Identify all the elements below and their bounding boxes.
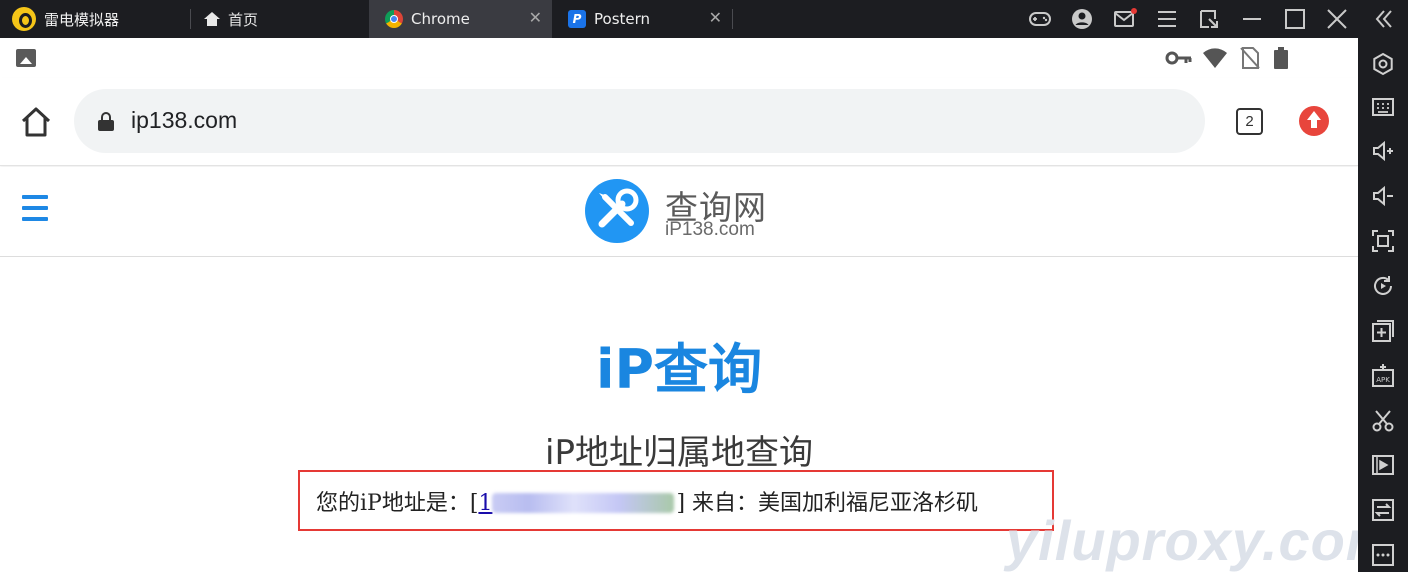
record-video-icon[interactable] [1371,453,1395,477]
home-icon [204,12,220,26]
emulator-app-name: 雷电模拟器 [44,11,120,29]
user-avatar-icon[interactable] [1070,7,1094,31]
tab-chrome-label: Chrome [411,10,470,28]
close-icon[interactable] [1325,7,1349,31]
fullscreen-icon[interactable] [1371,229,1395,253]
collapse-icon[interactable] [1372,7,1396,31]
tab-divider [732,9,733,29]
lock-icon [98,112,114,131]
close-tab-chrome-icon[interactable]: ✕ [529,8,542,27]
emulator-sidebar: APK [1358,38,1408,572]
close-tab-postern-icon[interactable]: ✕ [709,8,722,27]
sync-icon[interactable] [1371,498,1395,522]
update-icon[interactable] [1299,106,1329,136]
tab-switcher-button[interactable]: 2 [1236,108,1263,135]
more-icon[interactable] [1371,543,1395,567]
tab-chrome[interactable]: Chrome ✕ [369,0,552,38]
chrome-icon [385,10,403,28]
ip-prefix: 您的iP地址是：[ [316,491,479,516]
android-status-bar [0,38,1358,78]
home-tab[interactable]: 首页 [204,9,258,30]
volume-down-icon[interactable] [1371,184,1395,208]
ip-location: ] 来自：美国加利福尼亚洛杉矶 [676,491,979,516]
page-subtitle: iP地址归属地查询 [545,433,813,473]
maximize-icon[interactable] [1283,7,1307,31]
hamburger-menu-icon[interactable] [22,195,48,225]
key-icon [1165,51,1192,65]
ip-result-box: 您的iP地址是：[1 ] 来自：美国加利福尼亚洛杉矶 [298,470,1054,531]
settings-icon[interactable] [1371,52,1395,76]
ip-address-redacted [492,493,675,513]
add-window-icon[interactable] [1371,319,1395,343]
photo-icon [16,49,36,67]
url-text[interactable]: ip138.com [131,107,237,134]
ip-link-visible: 1 [478,491,493,516]
page-title: iP查询 [595,338,763,401]
watermark: yiluproxy.com [1006,509,1397,572]
menu-icon[interactable] [1155,7,1179,31]
site-logo-subtitle[interactable]: iP138.com [665,219,755,241]
site-header: 查询网 iP138.com [0,167,1358,257]
scissors-icon[interactable] [1371,409,1395,433]
tab-postern[interactable]: P Postern ✕ [552,0,732,38]
minimize-icon[interactable] [1240,7,1264,31]
emulator-titlebar: 雷电模拟器 首页 Chrome ✕ P Postern ✕ [0,0,1408,38]
emulator-logo-icon [12,7,36,31]
ip-result-line: 您的iP地址是：[1 ] 来自：美国加利福尼亚洛杉矶 [316,485,978,517]
keyboard-icon[interactable] [1371,95,1395,119]
rotate-icon[interactable] [1371,274,1395,298]
wrench-screwdriver-icon [598,188,639,228]
browser-toolbar: ip138.com 2 [0,78,1358,166]
no-sim-icon [1240,47,1260,69]
ip-address-link[interactable]: 1 [478,491,676,516]
address-bar[interactable]: ip138.com [74,89,1205,153]
mail-icon[interactable] [1113,7,1137,31]
svg-text:APK: APK [1376,376,1390,384]
postern-icon: P [568,10,586,28]
home-icon[interactable] [20,106,52,138]
home-tab-label: 首页 [228,11,259,29]
wifi-icon [1203,48,1227,68]
site-logo-icon[interactable] [585,179,649,243]
tab-postern-label: Postern [594,10,651,28]
tab-divider [190,9,191,29]
battery-icon [1274,47,1288,69]
restore-icon[interactable] [1197,7,1221,31]
gamepad-icon[interactable] [1028,7,1052,31]
volume-up-icon[interactable] [1371,139,1395,163]
apk-install-icon[interactable]: APK [1371,364,1395,388]
